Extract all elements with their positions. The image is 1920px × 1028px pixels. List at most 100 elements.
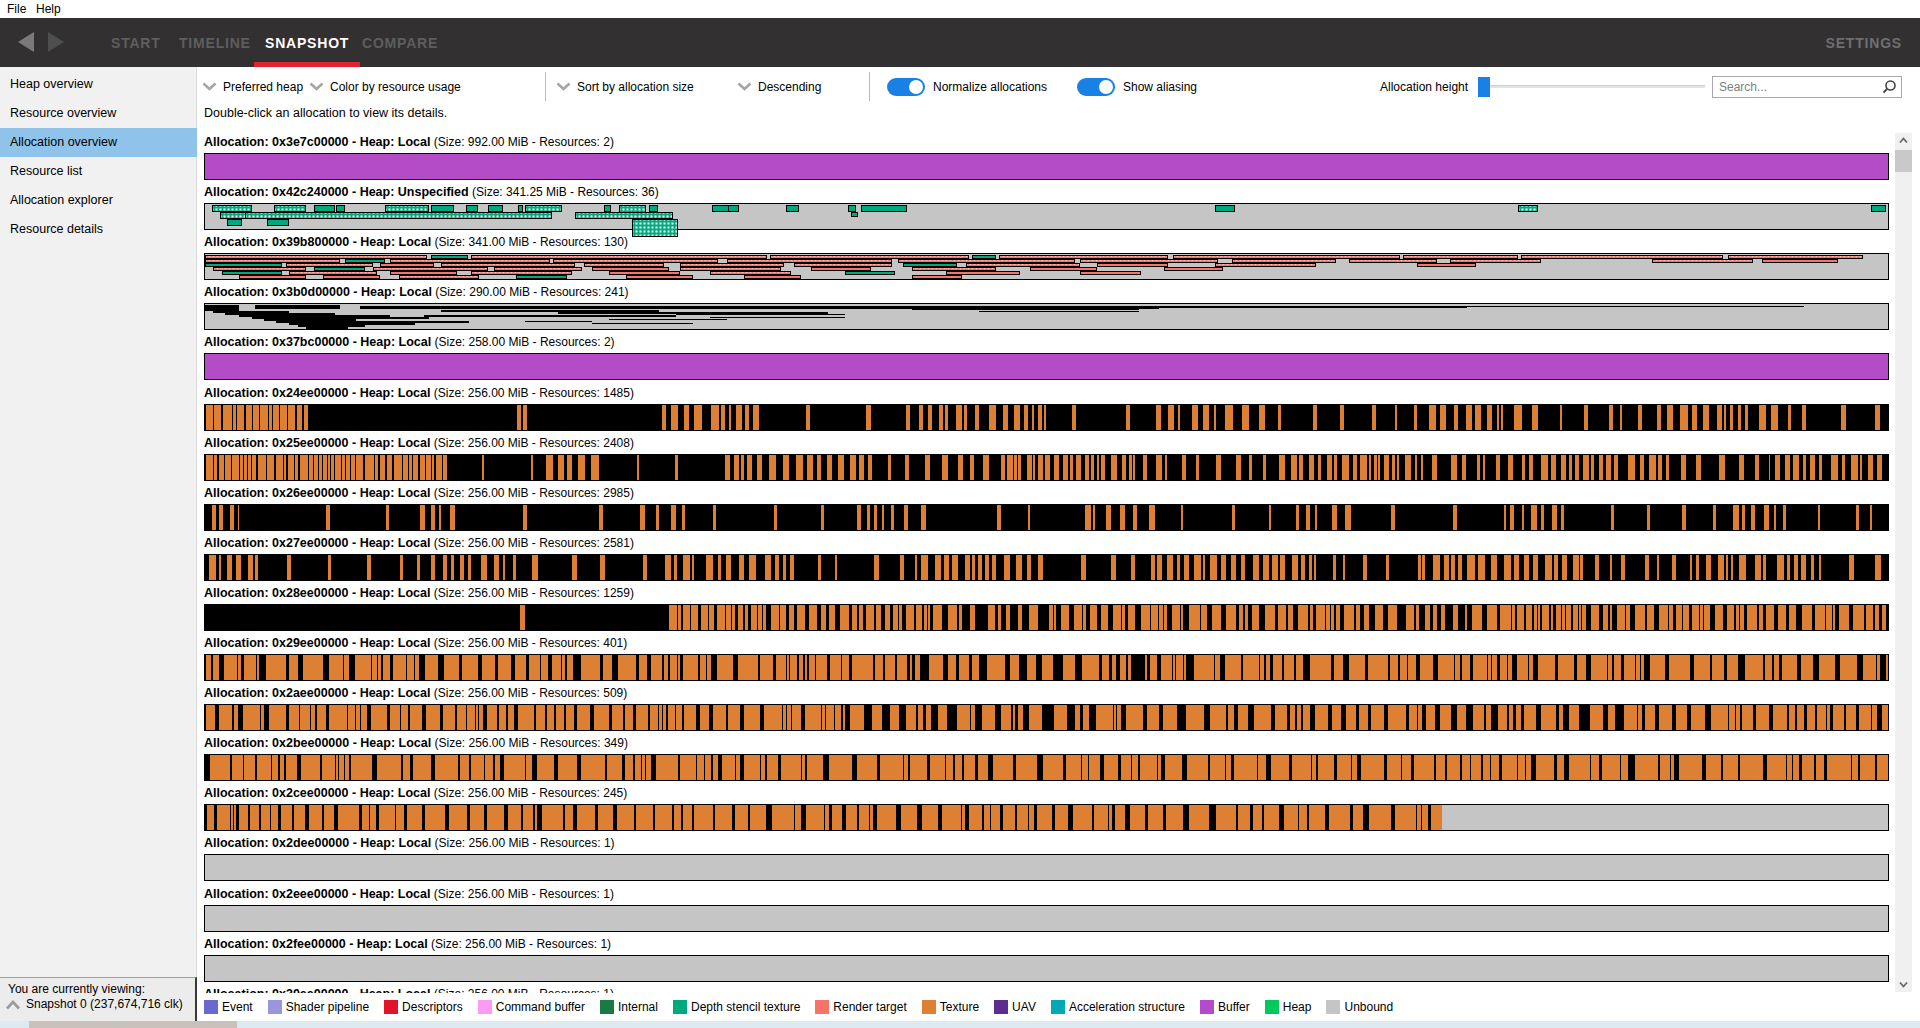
toggle-normalize-allocations[interactable]: Normalize allocations	[887, 67, 1047, 106]
sidebar-item-resource-details[interactable]: Resource details	[0, 215, 197, 244]
resource-block[interactable]	[786, 205, 799, 212]
allocation-bar[interactable]	[204, 554, 1889, 581]
tab-settings[interactable]: SETTINGS	[1826, 18, 1902, 67]
resource-block[interactable]	[314, 205, 334, 212]
allocation-bar[interactable]	[204, 203, 1889, 230]
resource-block[interactable]	[710, 317, 845, 318]
tab-start[interactable]: START	[100, 18, 172, 67]
resource-block[interactable]	[649, 205, 657, 212]
resource-block[interactable]	[845, 271, 895, 275]
allocation-bar[interactable]	[204, 153, 1889, 180]
dropdown-sort-by[interactable]: Sort by allocation size	[556, 67, 694, 106]
sidebar-item-allocation-explorer[interactable]: Allocation explorer	[0, 186, 197, 215]
resource-block[interactable]	[604, 205, 611, 212]
resource-block[interactable]	[399, 275, 480, 279]
resource-block[interactable]	[1871, 205, 1886, 212]
resource-block[interactable]	[1159, 306, 1467, 308]
dropdown-preferred-heap[interactable]: Preferred heap	[202, 67, 303, 106]
resource-block[interactable]	[632, 219, 677, 237]
resource-block[interactable]	[336, 205, 344, 212]
sidebar-item-resource-list[interactable]: Resource list	[0, 157, 197, 186]
resource-block[interactable]	[239, 275, 306, 279]
vertical-scrollbar-thumb[interactable]	[1895, 150, 1912, 172]
allocation-bar[interactable]	[204, 253, 1889, 280]
sidebar-item-resource-overview[interactable]: Resource overview	[0, 99, 197, 128]
chevron-up-icon[interactable]	[5, 999, 21, 1010]
resource-block[interactable]	[212, 205, 252, 212]
allocation-bar[interactable]	[204, 754, 1889, 781]
horizontal-scrollbar-thumb[interactable]	[29, 1021, 237, 1028]
resource-block[interactable]	[1652, 259, 1753, 263]
allocation-bar[interactable]	[204, 604, 1889, 631]
allocation-bar[interactable]	[204, 303, 1889, 330]
tab-compare[interactable]: COMPARE	[351, 18, 449, 67]
sidebar-item-allocation-overview[interactable]: Allocation overview	[0, 128, 197, 157]
resource-block[interactable]	[979, 311, 1139, 312]
resource-block[interactable]	[848, 205, 856, 212]
resource-block[interactable]	[227, 219, 242, 226]
toggle-show-aliasing[interactable]: Show aliasing	[1077, 67, 1197, 106]
search-input[interactable]: Search...	[1712, 76, 1902, 98]
vertical-scrollbar[interactable]	[1895, 133, 1912, 992]
resource-block[interactable]	[1417, 263, 1476, 267]
resource-block[interactable]	[744, 275, 801, 279]
scroll-down-icon[interactable]	[1899, 981, 1908, 988]
resource-block[interactable]	[424, 315, 676, 317]
resource-block[interactable]	[1080, 271, 1141, 275]
allocation-bar[interactable]	[204, 454, 1889, 481]
resource-block[interactable]	[306, 327, 348, 329]
back-arrow-icon[interactable]	[18, 32, 34, 52]
dropdown-sort-direction[interactable]: Descending	[737, 67, 821, 106]
resource-block[interactable]	[1518, 205, 1538, 212]
resource-block[interactable]	[385, 205, 429, 212]
resource-block[interactable]	[1097, 263, 1168, 267]
resource-block[interactable]	[575, 212, 673, 219]
tab-timeline[interactable]: TIMELINE	[168, 18, 262, 67]
sidebar-item-heap-overview[interactable]: Heap overview	[0, 70, 197, 99]
resource-block[interactable]	[609, 319, 727, 320]
resource-block[interactable]	[488, 205, 503, 212]
allocation-bar[interactable]	[204, 654, 1889, 681]
allocation-bar[interactable]	[204, 704, 1889, 731]
resource-block[interactable]	[912, 309, 1139, 310]
resource-block[interactable]	[1215, 205, 1235, 212]
tab-snapshot[interactable]: SNAPSHOT	[254, 18, 360, 67]
resource-block[interactable]	[274, 205, 306, 212]
resource-block[interactable]	[861, 205, 906, 212]
scroll-up-icon[interactable]	[1899, 137, 1908, 144]
resource-block[interactable]	[912, 275, 962, 279]
resource-block[interactable]	[323, 275, 380, 279]
dropdown-color-by[interactable]: Color by resource usage	[309, 67, 461, 106]
resource-block[interactable]	[466, 205, 478, 212]
resource-block[interactable]	[516, 275, 566, 279]
resource-block[interactable]	[267, 219, 289, 226]
allocation-bar[interactable]	[204, 504, 1889, 531]
resource-block[interactable]	[255, 305, 339, 309]
allocation-bar[interactable]	[204, 804, 1889, 831]
allocation-bar[interactable]	[204, 854, 1889, 881]
horizontal-scrollbar[interactable]	[0, 1021, 1920, 1028]
toggle-switch[interactable]	[1077, 78, 1115, 96]
resource-block[interactable]	[220, 212, 247, 219]
resource-block[interactable]	[728, 205, 738, 212]
resource-block[interactable]	[1762, 259, 1838, 263]
allocation-bar[interactable]	[204, 353, 1889, 380]
forward-arrow-icon[interactable]	[48, 32, 64, 52]
allocation-bar[interactable]	[204, 905, 1889, 932]
allocation-height-slider-track[interactable]	[1490, 85, 1705, 88]
resource-block[interactable]	[592, 323, 693, 324]
resource-block[interactable]	[431, 205, 455, 212]
resource-block[interactable]	[676, 314, 844, 315]
resource-block[interactable]	[525, 321, 592, 322]
menu-file[interactable]: File	[7, 2, 26, 16]
resource-block[interactable]	[525, 205, 562, 212]
toggle-switch[interactable]	[887, 78, 925, 96]
resource-block[interactable]	[851, 212, 858, 217]
allocation-bar[interactable]	[204, 955, 1889, 982]
allocation-height-slider-handle[interactable]	[1478, 77, 1490, 97]
resource-block[interactable]	[245, 212, 551, 219]
allocation-bar[interactable]	[204, 404, 1889, 431]
resource-block[interactable]	[518, 205, 523, 212]
resource-block[interactable]	[626, 275, 693, 279]
resource-block[interactable]	[1215, 263, 1316, 267]
